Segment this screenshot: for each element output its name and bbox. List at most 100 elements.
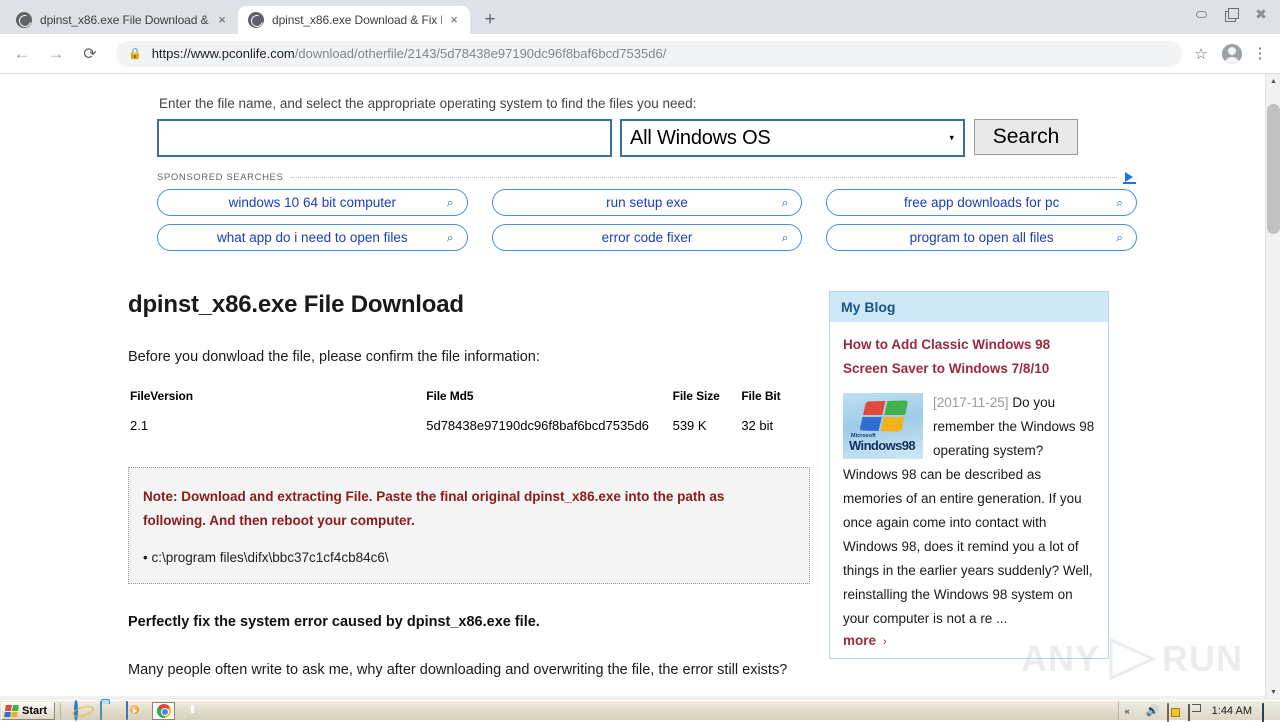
sponsored-chip[interactable]: program to open all files ⌕ xyxy=(826,224,1137,251)
note-box: Note: Download and extracting File. Past… xyxy=(128,467,810,584)
url-path: /download/otherfile/2143/5d78438e97190dc… xyxy=(294,46,667,61)
media-player-icon[interactable] xyxy=(126,701,143,720)
scroll-down-icon[interactable]: ▼ xyxy=(1266,685,1280,700)
vertical-scrollbar[interactable]: ▲ ▼ xyxy=(1265,74,1280,700)
search-icon: ⌕ xyxy=(781,230,789,244)
forward-icon[interactable]: → xyxy=(42,40,70,68)
scroll-up-icon[interactable]: ▲ xyxy=(1266,74,1280,89)
note-text: Note: Download and extracting File. Past… xyxy=(143,489,725,528)
quick-launch-bar xyxy=(74,700,201,721)
start-button[interactable]: Start xyxy=(1,701,56,720)
sponsored-chip[interactable]: run setup exe ⌕ xyxy=(491,189,803,216)
sponsored-header: SPONSORED SEARCHES xyxy=(157,171,1137,184)
browser-toolbar: ← → ⟳ 🔒 https://www.pconlife.com/downloa… xyxy=(0,34,1280,74)
chip-label: program to open all files xyxy=(909,230,1054,245)
chip-label: run setup exe xyxy=(606,195,688,210)
blog-more-link[interactable]: more › xyxy=(843,633,1095,648)
search-icon: ⌕ xyxy=(446,195,454,209)
tab-close-icon[interactable]: × xyxy=(214,12,230,28)
windows-taskbar: Start « 🔊 1:44 AM xyxy=(0,700,1280,722)
network-warning-icon[interactable] xyxy=(1166,702,1181,722)
red-shield-icon[interactable] xyxy=(184,702,201,719)
search-row: All Windows OS ▾ Search xyxy=(157,119,1137,157)
content-row: dpinst_x86.exe File Download Before you … xyxy=(0,291,1265,682)
folder-icon[interactable] xyxy=(100,701,117,720)
blog-widget: My Blog How to Add Classic Windows 98 Sc… xyxy=(829,291,1109,659)
lock-icon: 🔒 xyxy=(128,48,142,60)
thumb-caption: Windows98 xyxy=(849,438,916,453)
close-icon[interactable]: ✖ xyxy=(1246,1,1276,27)
start-label: Start xyxy=(22,704,48,717)
divider xyxy=(60,702,62,719)
search-hint-text: Enter the file name, and select the appr… xyxy=(159,96,697,111)
tab-favicon-icon xyxy=(16,12,32,28)
chip-label: error code fixer xyxy=(601,230,693,245)
tab-close-icon[interactable]: × xyxy=(446,12,462,28)
chrome-taskbar-button[interactable] xyxy=(152,701,176,720)
search-button[interactable]: Search xyxy=(974,119,1078,155)
display-icon[interactable] xyxy=(1262,702,1276,722)
main-column: dpinst_x86.exe File Download Before you … xyxy=(128,291,818,682)
windows98-logo-icon: Microsoft Windows98 xyxy=(843,393,923,459)
window-controls: ✖ xyxy=(1186,0,1276,28)
os-select[interactable]: All Windows OS ▾ xyxy=(620,119,965,157)
adchoices-icon[interactable] xyxy=(1123,171,1137,184)
sponsored-chip[interactable]: what app do i need to open files ⌕ xyxy=(157,224,468,251)
col-header-fileversion: FileVersion xyxy=(130,389,193,403)
lead-text: Before you donwload the file, please con… xyxy=(128,349,540,365)
tray-expand-icon[interactable]: « xyxy=(1125,704,1139,718)
sponsored-label: SPONSORED SEARCHES xyxy=(157,171,284,183)
body-paragraph: Many people often write to ask me, why a… xyxy=(128,662,788,678)
security-flag-icon[interactable] xyxy=(1187,703,1202,721)
more-label: more xyxy=(843,633,877,648)
volume-icon[interactable]: 🔊 xyxy=(1146,704,1160,718)
cell-md5: 5d78438e97190dc96f8baf6bcd7535d6 xyxy=(426,418,649,433)
tab-0[interactable]: dpinst_x86.exe File Download & Fix × xyxy=(6,6,238,34)
chrome-icon xyxy=(156,703,171,718)
sponsored-chip[interactable]: windows 10 64 bit computer ⌕ xyxy=(157,189,468,216)
cell-fileversion: 2.1 xyxy=(130,418,149,433)
col-header-filebit: File Bit xyxy=(741,389,781,403)
table-row: 2.1 5d78438e97190dc96f8baf6bcd7535d6 539… xyxy=(130,418,808,433)
page-viewport: Enter the file name, and select the appr… xyxy=(0,74,1280,700)
page-title: dpinst_x86.exe File Download xyxy=(128,291,464,318)
clock[interactable]: 1:44 AM xyxy=(1212,705,1252,717)
section-subheading: Perfectly fix the system error caused by… xyxy=(128,614,540,630)
toolbar-actions: ☆ ⋮ xyxy=(1188,43,1272,64)
address-bar[interactable]: 🔒 https://www.pconlife.com/download/othe… xyxy=(116,40,1182,67)
windows-logo-icon xyxy=(4,704,19,717)
tab-1[interactable]: dpinst_x86.exe Download & Fix For × xyxy=(238,6,470,34)
divider xyxy=(291,176,1117,178)
file-name-input[interactable] xyxy=(157,119,612,157)
cell-filesize: 539 K xyxy=(672,418,707,433)
file-search-module: Enter the file name, and select the appr… xyxy=(157,84,1137,157)
tab-strip: dpinst_x86.exe File Download & Fix × dpi… xyxy=(0,0,1280,34)
system-tray: « 🔊 1:44 AM xyxy=(1117,701,1280,722)
web-page: Enter the file name, and select the appr… xyxy=(0,74,1265,700)
os-select-value: All Windows OS xyxy=(630,126,771,149)
blog-post-title[interactable]: How to Add Classic Windows 98 Screen Sav… xyxy=(843,333,1095,381)
reload-icon[interactable]: ⟳ xyxy=(76,40,104,68)
minimize-icon[interactable] xyxy=(1186,1,1216,27)
cell-filebit: 32 bit xyxy=(741,418,774,433)
sponsored-chip[interactable]: free app downloads for pc ⌕ xyxy=(826,189,1137,216)
tab-title: dpinst_x86.exe File Download & Fix xyxy=(40,13,210,27)
back-icon[interactable]: ← xyxy=(8,40,36,68)
chip-label: what app do i need to open files xyxy=(217,230,408,245)
chevron-right-icon: › xyxy=(883,636,887,648)
col-header-filesize: File Size xyxy=(672,389,720,403)
menu-kebab-icon[interactable]: ⋮ xyxy=(1250,46,1270,61)
blog-widget-body: How to Add Classic Windows 98 Screen Sav… xyxy=(830,322,1108,658)
restore-icon[interactable] xyxy=(1216,1,1246,27)
scrollbar-thumb[interactable] xyxy=(1267,104,1280,234)
search-icon: ⌕ xyxy=(1116,230,1123,244)
sponsored-chip[interactable]: error code fixer ⌕ xyxy=(491,224,803,251)
internet-explorer-icon[interactable] xyxy=(74,700,91,721)
chevron-down-icon: ▾ xyxy=(949,132,954,143)
sponsored-chip-grid: windows 10 64 bit computer ⌕ run setup e… xyxy=(157,189,1137,251)
col-header-md5: File Md5 xyxy=(426,389,474,403)
new-tab-button[interactable]: + xyxy=(476,6,504,34)
bookmark-star-icon[interactable]: ☆ xyxy=(1188,45,1214,63)
profile-avatar-icon[interactable] xyxy=(1222,43,1242,64)
chip-label: windows 10 64 bit computer xyxy=(228,195,396,210)
